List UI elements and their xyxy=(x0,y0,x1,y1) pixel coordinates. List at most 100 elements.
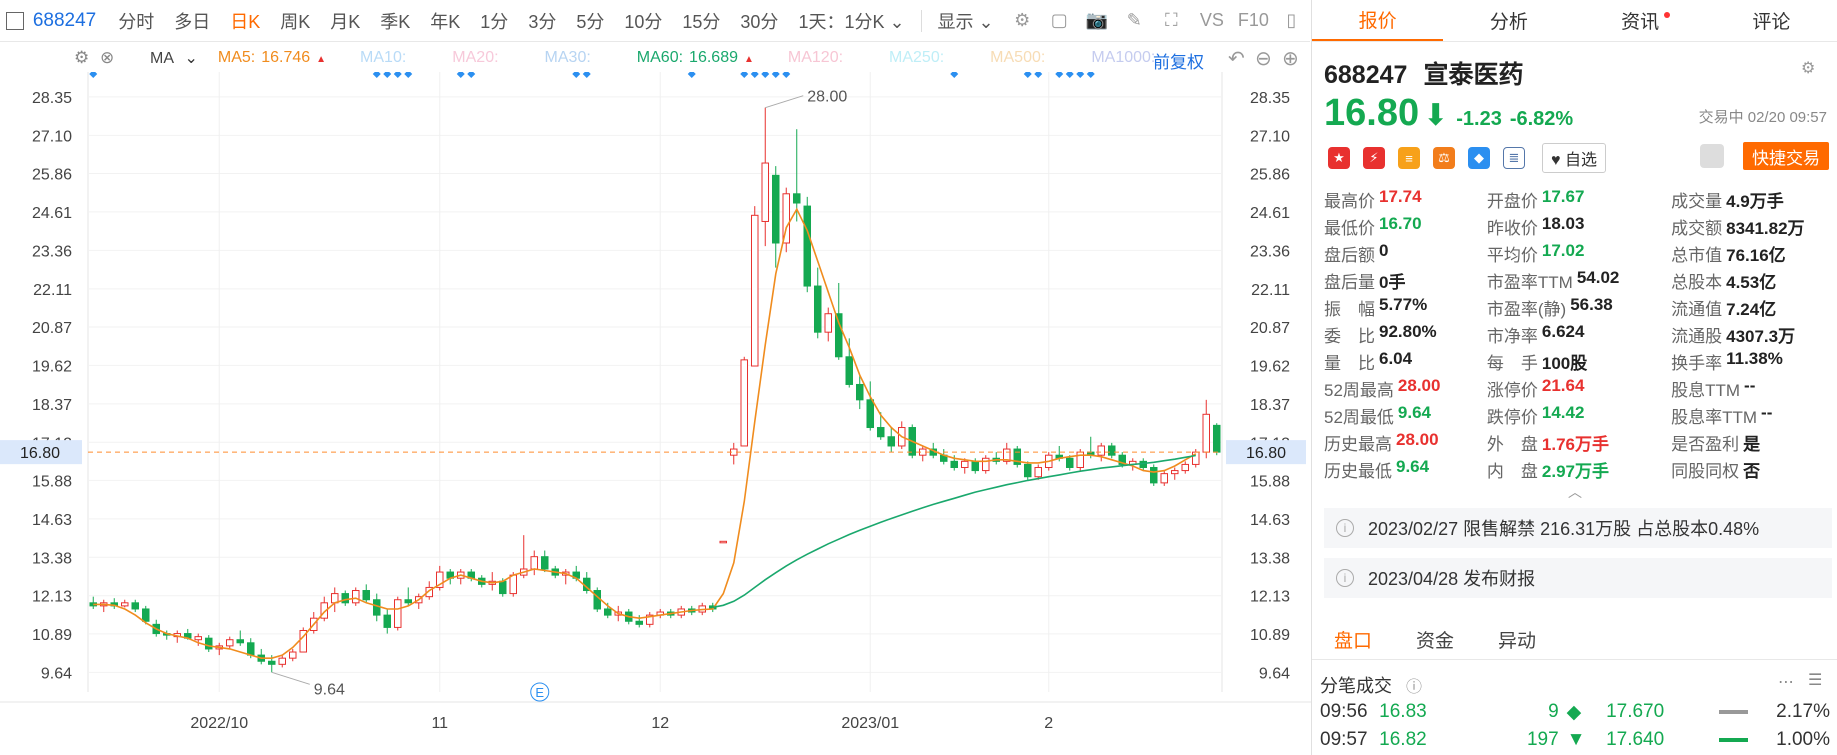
price-change: -1.23 xyxy=(1456,108,1502,130)
period-tab[interactable]: 月K xyxy=(320,8,370,34)
quote-field: 52周最高 28.00 xyxy=(1324,376,1487,401)
quote-field: 盘后量 0手 xyxy=(1324,268,1487,293)
candle-body xyxy=(204,637,213,650)
quote-field: 量 比 6.04 xyxy=(1324,349,1487,374)
quote-tab[interactable]: 评论 xyxy=(1706,0,1837,41)
display-menu[interactable]: 显示 ⌄ xyxy=(928,8,1004,34)
y-tick-label-right: 18.37 xyxy=(1250,397,1290,414)
current-price-label-right: 16.80 xyxy=(1246,445,1286,462)
period-tab[interactable]: 5分 xyxy=(566,8,614,34)
gear-icon[interactable]: ⚙ xyxy=(1801,58,1823,80)
period-tab[interactable]: 10分 xyxy=(614,8,672,34)
quick-trade-button[interactable]: 快捷交易 xyxy=(1743,142,1829,170)
candle-body xyxy=(834,313,843,358)
notice-item[interactable]: i 2023/02/27 限售解禁 216.31万股 占总股本0.48% xyxy=(1324,508,1832,548)
candle-body xyxy=(761,162,770,222)
period-tab[interactable]: 分时 xyxy=(108,8,164,34)
y-tick-label-left: 18.37 xyxy=(32,397,72,414)
candlestick-chart[interactable]: 28.35 28.35 27.10 27.10 25.86 25.86 24.61 24.61… xyxy=(0,72,1311,755)
new-dot-icon xyxy=(1663,12,1670,18)
camera-icon[interactable]: 📷 xyxy=(1086,10,1108,32)
restore-adjust-button[interactable]: 前复权 xyxy=(1153,48,1204,73)
quote-tab[interactable]: 资讯 xyxy=(1575,0,1706,41)
ma-legend-item[interactable]: MA250: xyxy=(889,49,962,67)
tick-vol: 197 xyxy=(1526,729,1559,750)
ma-menu[interactable]: MA ⌄ xyxy=(150,48,198,68)
ma-value: 16.746 xyxy=(261,49,311,66)
ma-legend-item[interactable]: MA5: 16.746 ▲ xyxy=(218,49,332,67)
period-tab[interactable]: 日K xyxy=(220,8,270,34)
add-watchlist-button[interactable]: ♥ 自选 xyxy=(1542,143,1606,173)
field-label: 委 比 xyxy=(1324,327,1375,346)
f10-button[interactable]: F10 xyxy=(1234,10,1273,31)
more-icon[interactable]: ⋯ xyxy=(1778,672,1794,692)
detail-tab[interactable]: 异动 xyxy=(1476,620,1558,659)
field-label: 历史最高 xyxy=(1324,435,1392,454)
field-label: 成交量 xyxy=(1671,192,1723,211)
notice-item[interactable]: i 2023/04/28 发布财报 xyxy=(1324,558,1832,598)
zoom-out-icon[interactable]: ⊖ xyxy=(1255,46,1272,71)
candle-body xyxy=(1065,457,1074,468)
zoom-in-icon[interactable]: ⊕ xyxy=(1282,46,1299,71)
field-value: 17.74 xyxy=(1379,187,1422,206)
panel-toggle-icon[interactable]: ▯ xyxy=(1281,10,1302,32)
undo-icon[interactable]: ↶ xyxy=(1228,46,1245,71)
period-tab[interactable]: 年K xyxy=(420,8,470,34)
field-value: 0 xyxy=(1379,241,1389,260)
settings-icon[interactable]: ⚙ xyxy=(1012,10,1033,32)
y-tick-label-right: 13.38 xyxy=(1250,550,1290,567)
ma-legend-item[interactable]: MA10: xyxy=(360,49,424,67)
detail-tab[interactable]: 盘口 xyxy=(1312,620,1394,659)
quote-field: 跌停价 14.42 xyxy=(1487,403,1671,428)
period-tab[interactable]: 季K xyxy=(370,8,420,34)
period-tab[interactable]: 多日 xyxy=(164,8,220,34)
event-diamond-icon xyxy=(582,72,591,78)
vs-button[interactable]: VS xyxy=(1190,10,1234,31)
scale-icon[interactable]: ⚖ xyxy=(1433,147,1455,169)
ma-legend-item[interactable]: MA120: xyxy=(788,49,861,67)
period-tab[interactable]: 周K xyxy=(270,8,320,34)
tick-row: 09:56 16.83 9 ◆ 17.670 2.17% xyxy=(1320,698,1830,726)
china-flag-icon[interactable]: ★ xyxy=(1328,147,1350,169)
collapse-icon[interactable]: ︿ xyxy=(1568,482,1582,502)
quote-field: 历史最低 9.64 xyxy=(1324,457,1487,482)
event-diamond-icon xyxy=(393,72,402,78)
lightning-icon[interactable]: ⚡ xyxy=(1363,147,1385,169)
tick-mark: ▼ xyxy=(1566,729,1586,750)
y-tick-label-right: 23.36 xyxy=(1250,243,1290,260)
y-tick-label-right: 25.86 xyxy=(1250,166,1290,183)
period-tab[interactable]: 1分 xyxy=(470,8,518,34)
document-icon[interactable]: ≣ xyxy=(1503,147,1525,169)
period-tab[interactable]: 3分 xyxy=(518,8,566,34)
ma-legend-item[interactable]: MA500: xyxy=(990,49,1063,67)
field-label: 平均价 xyxy=(1486,246,1538,265)
field-value: 1.76万手 xyxy=(1541,435,1609,454)
quote-field-row: 量 比 6.04 每 手 100股 换手率 11.38% xyxy=(1324,348,1834,375)
ma-legend-item[interactable]: MA30: xyxy=(545,49,609,67)
ma-legend-item[interactable]: MA20: xyxy=(452,49,516,67)
coin-icon[interactable]: ≡ xyxy=(1398,147,1420,169)
detail-tab[interactable]: 资金 xyxy=(1394,620,1476,659)
ma-label: MA30: xyxy=(544,49,591,66)
event-diamond-icon xyxy=(1065,72,1074,78)
quote-tab[interactable]: 分析 xyxy=(1443,0,1574,41)
quote-tab[interactable]: 报价 xyxy=(1312,0,1444,41)
list-icon[interactable]: ☰ xyxy=(1808,670,1822,690)
candle-body xyxy=(404,599,413,604)
event-diamond-icon xyxy=(950,72,959,78)
quote-field: 最高价 17.74 xyxy=(1324,187,1487,212)
pen-icon[interactable]: ✎ xyxy=(1124,10,1145,32)
bell-icon[interactable] xyxy=(1700,144,1724,168)
fullscreen-icon[interactable]: ⛶ xyxy=(1161,10,1182,32)
period-select[interactable]: 1天：1分K ⌄ xyxy=(788,8,914,34)
field-value: 76.16亿 xyxy=(1726,246,1786,265)
tag-icon[interactable]: ◆ xyxy=(1468,147,1490,169)
frame-select-icon[interactable]: ▢ xyxy=(1049,10,1070,32)
event-diamond-icon xyxy=(761,72,770,78)
ma-legend-item[interactable]: MA60: 16.689 ▲ xyxy=(637,49,760,67)
period-tab[interactable]: 15分 xyxy=(672,8,730,34)
period-tab[interactable]: 30分 xyxy=(730,8,788,34)
quote-field-row: 52周最高 28.00 涨停价 21.64 股息TTM -- xyxy=(1324,375,1834,402)
info-icon[interactable]: ⓘ xyxy=(1406,673,1422,697)
tick-vol: 9 xyxy=(1548,701,1559,722)
